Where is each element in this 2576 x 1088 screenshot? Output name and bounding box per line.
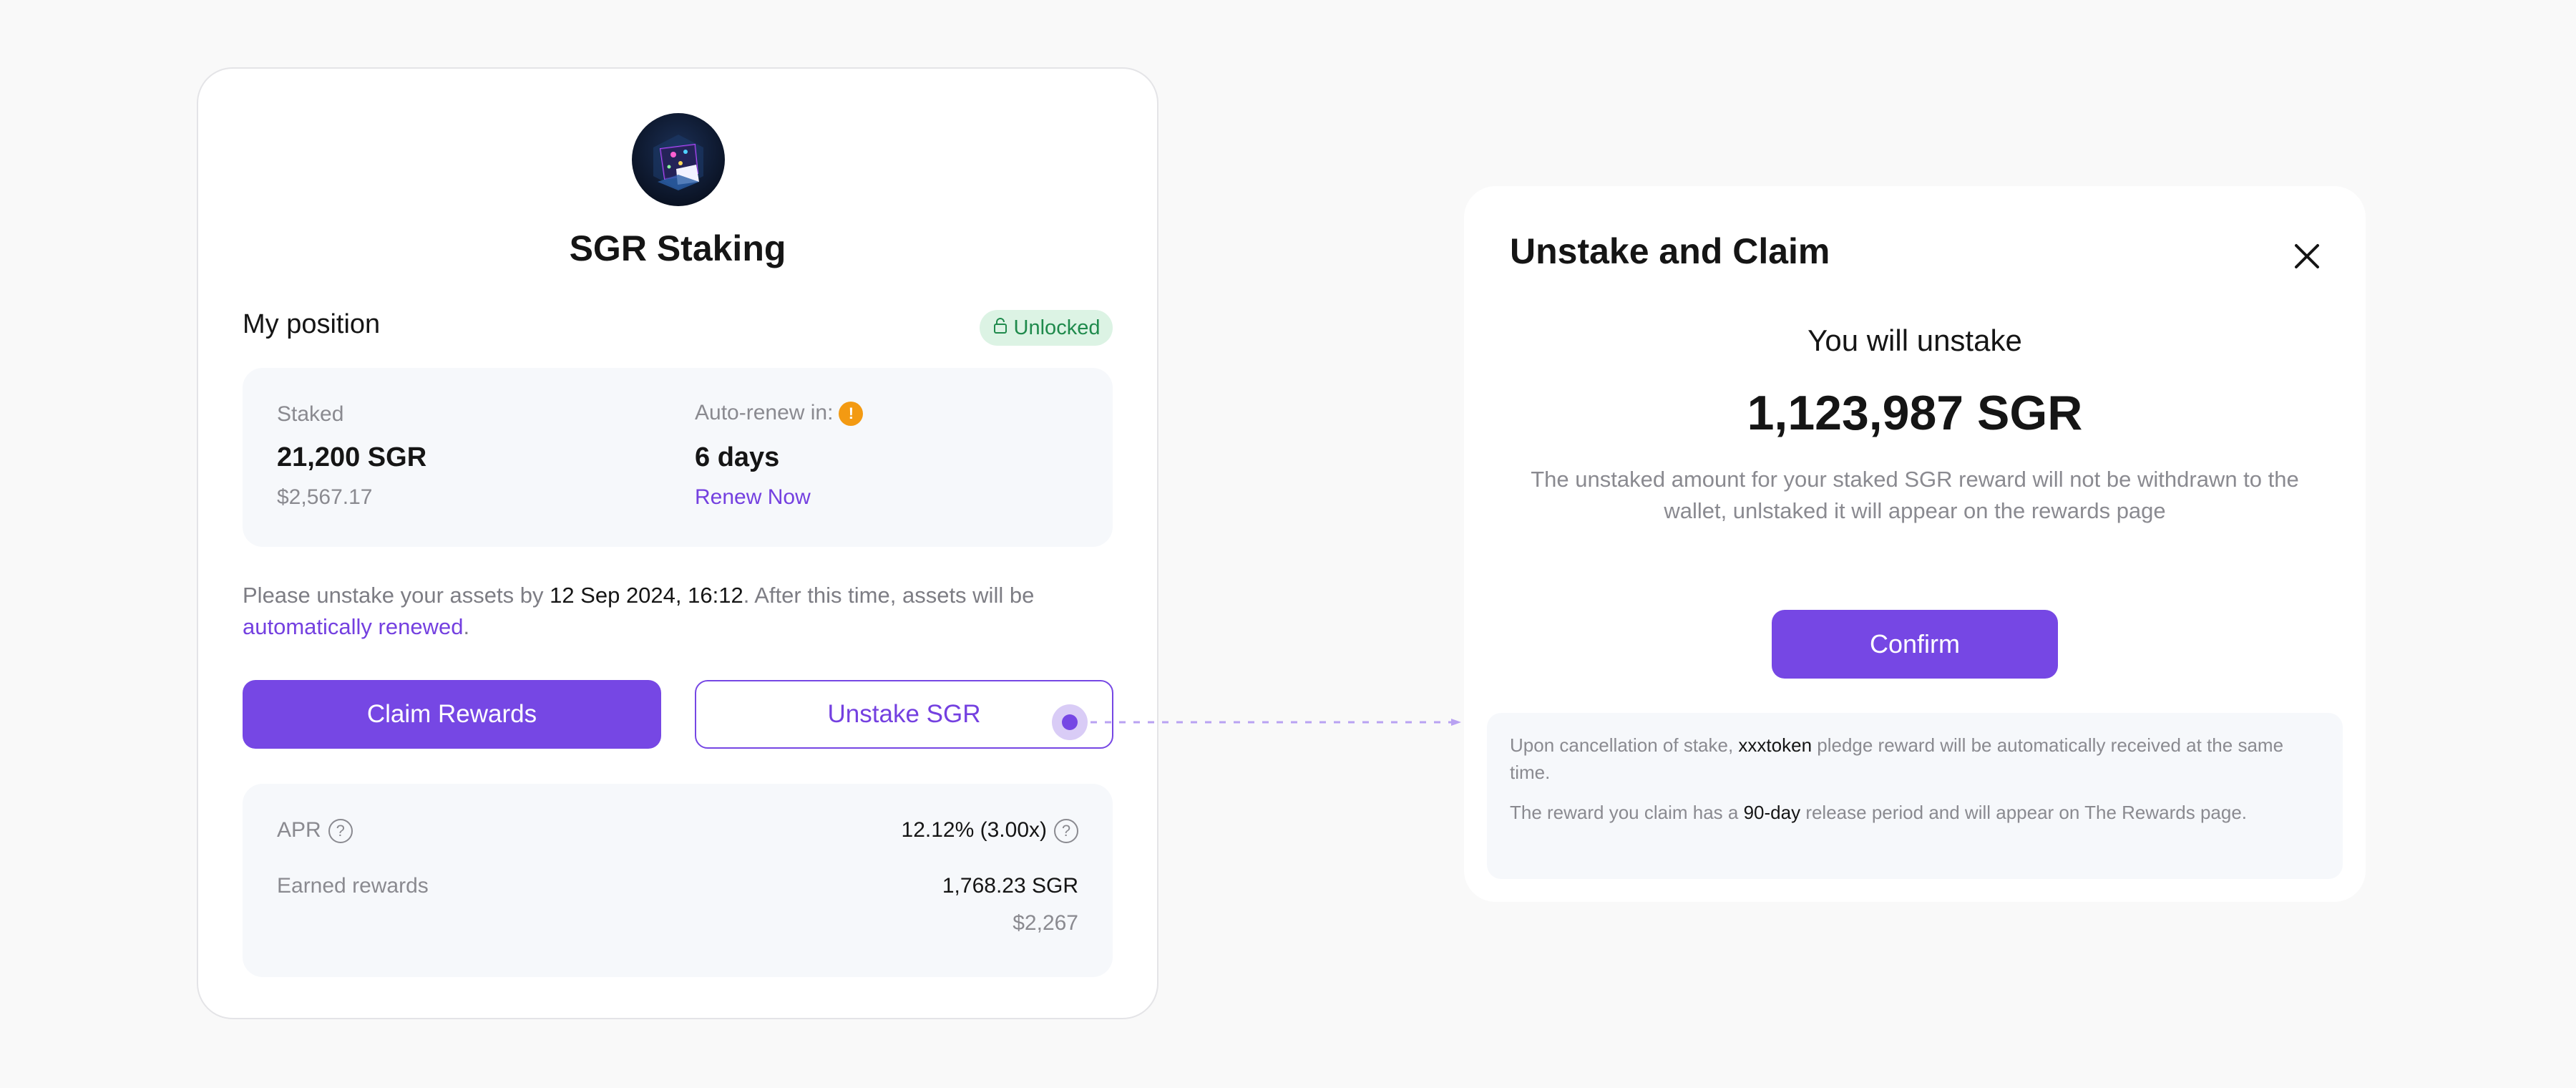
notice-deadline: 12 Sep 2024, 16:12 xyxy=(550,583,743,608)
apr-label: APR xyxy=(277,818,321,842)
apr-label-row: APR? xyxy=(277,818,353,844)
modal-title: Unstake and Claim xyxy=(1510,231,1830,271)
note1-prefix: Upon cancellation of stake, xyxy=(1510,734,1739,756)
note2-prefix: The reward you claim has a xyxy=(1510,802,1744,823)
help-icon[interactable]: ? xyxy=(1054,819,1078,844)
token-logo xyxy=(632,113,725,206)
confirm-button[interactable]: Confirm xyxy=(1772,610,2058,679)
note2-suffix: release period and will appear on The Re… xyxy=(1800,802,2248,823)
position-panel: Staked 21,200 SGR $2,567.17 Auto-renew i… xyxy=(243,368,1113,547)
autorenew-label: Auto-renew in:! xyxy=(695,401,864,427)
modal-subtitle: You will unstake xyxy=(1807,324,2022,357)
staked-usd: $2,567.17 xyxy=(277,485,373,509)
notice-suffix: . xyxy=(463,614,470,639)
autorenew-label-text: Auto-renew in: xyxy=(695,401,834,424)
info-icon[interactable]: ! xyxy=(839,402,864,427)
claim-rewards-button[interactable]: Claim Rewards xyxy=(243,680,661,749)
modal-note: Upon cancellation of stake, xxxtoken ple… xyxy=(1487,713,2343,879)
page-title: SGR Staking xyxy=(569,228,786,268)
modal-description: The unstaked amount for your staked SGR … xyxy=(1531,467,2299,523)
unstake-sgr-button[interactable]: Unstake SGR xyxy=(695,680,1113,749)
flow-connector xyxy=(1091,719,1461,726)
stats-panel: APR? 12.12% (3.00x)? Earned rewards 1,76… xyxy=(243,784,1113,977)
staking-card: SGR Staking My position Unlocked Staked … xyxy=(197,67,1158,1019)
unstake-amount: 1,123,987 SGR xyxy=(1747,386,2083,440)
note1-token: xxxtoken xyxy=(1738,734,1813,756)
apr-value-row: 12.12% (3.00x)? xyxy=(901,818,1078,844)
notice-prefix: Please unstake your assets by xyxy=(243,583,550,608)
close-icon[interactable] xyxy=(2287,236,2327,276)
renew-now-link[interactable]: Renew Now xyxy=(695,485,811,510)
unstake-claim-modal: Unstake and Claim You will unstake 1,123… xyxy=(1464,186,2366,902)
click-indicator xyxy=(1052,704,1088,740)
status-badge-label: Unlocked xyxy=(1013,316,1101,339)
position-label: My position xyxy=(243,309,381,339)
lock-icon xyxy=(992,316,1008,340)
note-release-period: The reward you claim has a 90-day releas… xyxy=(1510,799,2320,826)
stage: SGR Staking My position Unlocked Staked … xyxy=(0,0,2576,1088)
note-cancellation: Upon cancellation of stake, xxxtoken ple… xyxy=(1510,732,2320,786)
autorenew-value: 6 days xyxy=(695,442,780,472)
unstake-notice: Please unstake your assets by 12 Sep 202… xyxy=(243,580,1123,643)
auto-renewed-link[interactable]: automatically renewed xyxy=(243,614,463,639)
help-icon[interactable]: ? xyxy=(328,819,353,844)
apr-value: 12.12% (3.00x) xyxy=(901,818,1047,842)
staked-amount: 21,200 SGR xyxy=(277,442,427,472)
earned-value: 1,768.23 SGR xyxy=(942,874,1078,898)
earned-label: Earned rewards xyxy=(277,874,429,898)
earned-usd: $2,267 xyxy=(1013,911,1078,935)
status-badge: Unlocked xyxy=(980,310,1113,346)
staked-label: Staked xyxy=(277,402,344,426)
notice-middle: . After this time, assets will be xyxy=(743,583,1035,608)
note2-period: 90-day xyxy=(1743,802,1801,823)
